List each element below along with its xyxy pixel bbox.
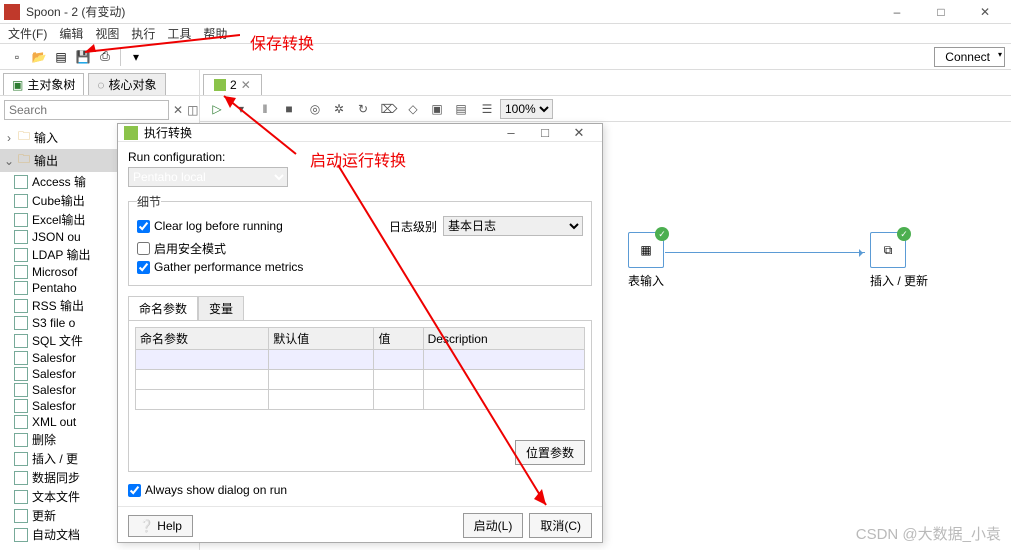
tab-close-icon[interactable]: ✕ bbox=[241, 78, 251, 92]
safe-mode-label: 启用安全模式 bbox=[154, 240, 226, 257]
clear-log-label: Clear log before running bbox=[154, 219, 283, 233]
window-title: Spoon - 2 (有变动) bbox=[26, 3, 875, 20]
node-insert-update[interactable]: ⧉✓ 插入 / 更新 bbox=[870, 232, 928, 289]
watermark: CSDN @大数据_小袁 bbox=[856, 523, 1001, 544]
cancel-button[interactable]: 取消(C) bbox=[529, 513, 592, 538]
dialog-footer: ❔ Help 启动(L) 取消(C) bbox=[118, 506, 602, 544]
table-row[interactable] bbox=[136, 390, 585, 410]
menu-edit[interactable]: 编辑 bbox=[59, 25, 83, 42]
tab-main-tree[interactable]: ▣主对象树 bbox=[3, 73, 84, 95]
stop-icon[interactable]: ■ bbox=[278, 99, 300, 119]
side-tabs: ▣主对象树 ◌核心对象 bbox=[0, 70, 199, 96]
replay-icon[interactable]: ↻ bbox=[352, 99, 374, 119]
node-label: 表输入 bbox=[628, 272, 664, 289]
run-button[interactable]: 启动(L) bbox=[463, 513, 524, 538]
run-icon[interactable]: ▷ bbox=[206, 99, 228, 119]
always-show-label: Always show dialog on run bbox=[145, 483, 287, 497]
col-value[interactable]: 值 bbox=[374, 328, 423, 350]
show-results-icon[interactable]: ☰ bbox=[476, 99, 498, 119]
connect-button[interactable]: Connect bbox=[934, 47, 1005, 67]
menu-file[interactable]: 文件(F) bbox=[8, 25, 47, 42]
param-tabs: 命名参数 变量 bbox=[128, 296, 592, 321]
help-button[interactable]: ❔ Help bbox=[128, 515, 193, 537]
close-button[interactable]: ✕ bbox=[963, 1, 1007, 23]
menu-tools[interactable]: 工具 bbox=[167, 25, 191, 42]
run-dialog: 执行转换 – □ ✕ Run configuration: Pentaho lo… bbox=[117, 123, 603, 543]
node-label: 插入 / 更新 bbox=[870, 272, 928, 289]
log-level-select[interactable]: 基本日志 bbox=[443, 216, 583, 236]
analyze-icon[interactable]: ◇ bbox=[402, 99, 424, 119]
menu-view[interactable]: 视图 bbox=[95, 25, 119, 42]
tab-variables[interactable]: 变量 bbox=[198, 296, 244, 320]
save-icon[interactable]: 💾 bbox=[72, 47, 94, 67]
run-config-select[interactable]: Pentaho local bbox=[128, 167, 288, 187]
open-icon[interactable]: 📂 bbox=[28, 47, 50, 67]
run-config-label: Run configuration: bbox=[128, 150, 592, 164]
separator bbox=[120, 48, 121, 66]
col-name[interactable]: 命名参数 bbox=[136, 328, 269, 350]
safe-mode-checkbox[interactable] bbox=[137, 242, 150, 255]
pause-icon[interactable]: ‖ bbox=[254, 99, 276, 119]
maximize-button[interactable]: □ bbox=[919, 1, 963, 23]
gather-metrics-label: Gather performance metrics bbox=[154, 260, 303, 274]
table-row[interactable] bbox=[136, 370, 585, 390]
canvas-tab[interactable]: 2✕ bbox=[203, 74, 262, 95]
details-legend: 细节 bbox=[137, 193, 161, 210]
run-menu-icon[interactable]: ▾ bbox=[230, 99, 252, 119]
dialog-close-icon[interactable]: ✕ bbox=[562, 125, 596, 141]
preview-icon[interactable]: ◎ bbox=[304, 99, 326, 119]
dialog-maximize-icon[interactable]: □ bbox=[528, 125, 562, 140]
canvas-tabs: 2✕ bbox=[200, 70, 1011, 96]
verify-icon[interactable]: ⌦ bbox=[378, 99, 400, 119]
success-check-icon: ✓ bbox=[655, 227, 669, 241]
titlebar: Spoon - 2 (有变动) – □ ✕ bbox=[0, 0, 1011, 24]
table-row[interactable] bbox=[136, 350, 585, 370]
dialog-minimize-icon[interactable]: – bbox=[494, 125, 528, 140]
insert-update-icon: ⧉ bbox=[884, 243, 893, 258]
sql-icon[interactable]: ▣ bbox=[426, 99, 448, 119]
dialog-icon bbox=[124, 126, 138, 140]
success-check-icon: ✓ bbox=[897, 227, 911, 241]
log-level-label: 日志级别 bbox=[389, 218, 437, 235]
canvas-toolbar: ▷ ▾ ‖ ■ ◎ ✲ ↻ ⌦ ◇ ▣ ▤ ☰ 100% bbox=[200, 96, 1011, 122]
explore-icon[interactable]: ▤ bbox=[50, 47, 72, 67]
menu-action[interactable]: 执行 bbox=[131, 25, 155, 42]
col-default[interactable]: 默认值 bbox=[269, 328, 374, 350]
dialog-body: Run configuration: Pentaho local 细节 Clea… bbox=[118, 142, 602, 480]
debug-icon[interactable]: ✲ bbox=[328, 99, 350, 119]
minimize-button[interactable]: – bbox=[875, 1, 919, 23]
search-input[interactable] bbox=[4, 100, 169, 120]
transformation-icon bbox=[214, 79, 226, 91]
menubar: 文件(F) 编辑 视图 执行 工具 帮助 bbox=[0, 24, 1011, 44]
explore-db-icon[interactable]: ▤ bbox=[450, 99, 472, 119]
clear-log-checkbox[interactable] bbox=[137, 220, 150, 233]
position-params-button[interactable]: 位置参数 bbox=[515, 440, 585, 465]
always-show-checkbox[interactable] bbox=[128, 484, 141, 497]
new-file-icon[interactable]: ▫ bbox=[6, 47, 28, 67]
params-table: 命名参数 默认值 值 Description bbox=[135, 327, 585, 410]
app-icon bbox=[4, 4, 20, 20]
edge bbox=[665, 252, 865, 253]
tab-core-objects[interactable]: ◌核心对象 bbox=[88, 73, 165, 95]
node-table-input[interactable]: ▦✓ 表输入 bbox=[628, 232, 664, 289]
main-toolbar: ▫ 📂 ▤ 💾 ⎙ ▾ Connect bbox=[0, 44, 1011, 70]
gather-metrics-checkbox[interactable] bbox=[137, 261, 150, 274]
table-input-icon: ▦ bbox=[640, 243, 651, 257]
dropdown-icon[interactable]: ▾ bbox=[125, 47, 147, 67]
save-as-icon[interactable]: ⎙ bbox=[94, 47, 116, 67]
col-desc[interactable]: Description bbox=[423, 328, 584, 350]
expand-icon[interactable]: ◫ bbox=[187, 102, 198, 118]
zoom-select[interactable]: 100% bbox=[500, 99, 553, 119]
menu-help[interactable]: 帮助 bbox=[203, 25, 227, 42]
dialog-title: 执行转换 bbox=[144, 124, 494, 141]
search-row: ✕ ◫ ⊟ bbox=[0, 96, 199, 124]
details-fieldset: 细节 Clear log before running 日志级别 基本日志 启用… bbox=[128, 193, 592, 286]
tab-named-params[interactable]: 命名参数 bbox=[128, 296, 198, 320]
clear-search-icon[interactable]: ✕ bbox=[173, 102, 183, 118]
dialog-titlebar[interactable]: 执行转换 – □ ✕ bbox=[118, 124, 602, 142]
